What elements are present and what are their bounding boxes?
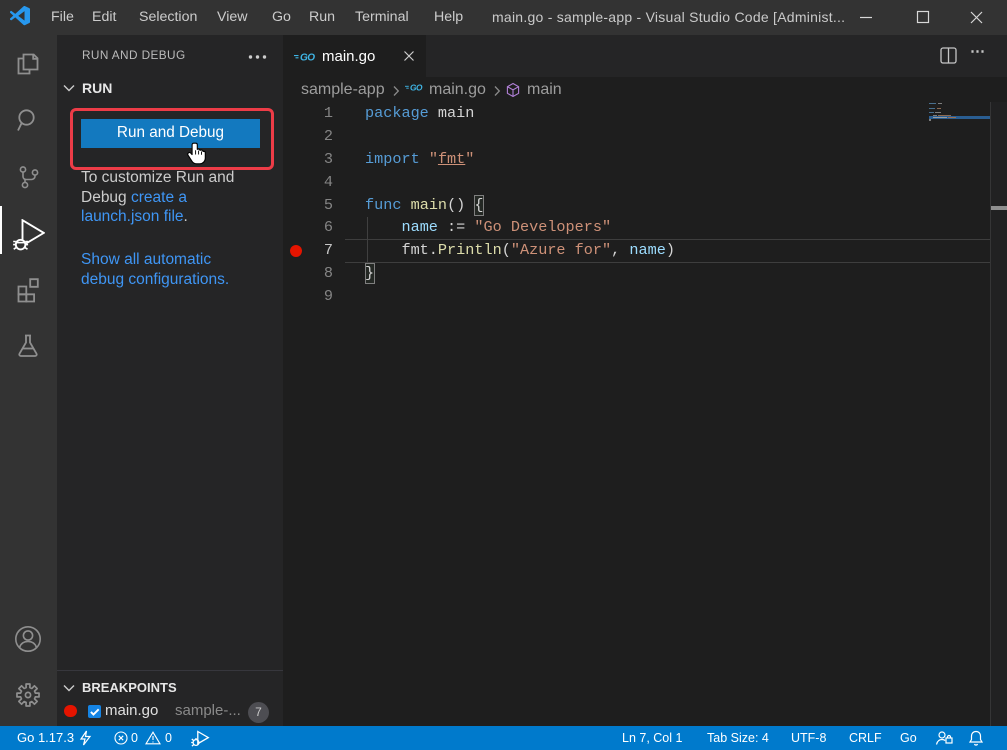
- svg-text:GO: GO: [300, 53, 315, 64]
- svg-text:GO: GO: [410, 82, 423, 92]
